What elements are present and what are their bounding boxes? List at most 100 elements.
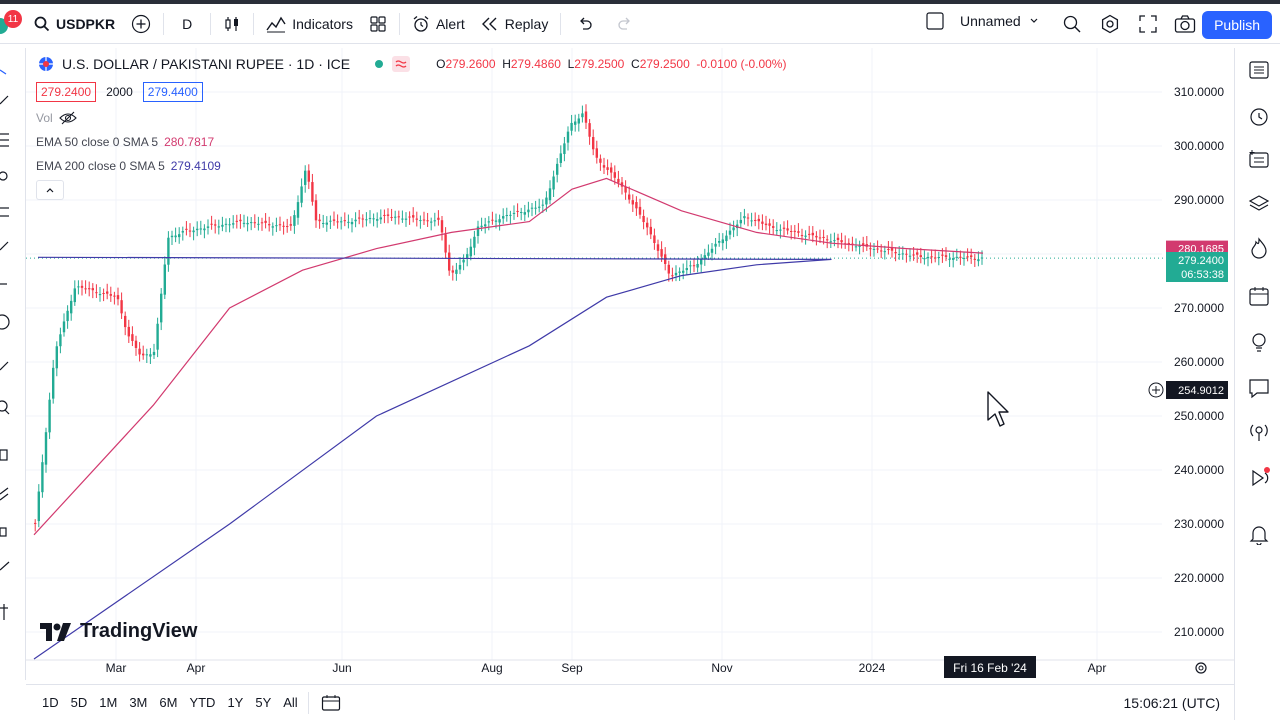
candle-body[interactable] bbox=[44, 432, 48, 465]
candle-body[interactable] bbox=[541, 204, 544, 206]
candle-body[interactable] bbox=[494, 220, 498, 222]
candle-body[interactable] bbox=[102, 292, 105, 294]
candle-body[interactable] bbox=[739, 219, 742, 224]
axis-settings-icon[interactable] bbox=[1195, 662, 1207, 674]
layout-selector[interactable]: Unnamed bbox=[926, 12, 1039, 30]
candle-body[interactable] bbox=[458, 264, 462, 270]
candle-body[interactable] bbox=[372, 218, 375, 220]
candle-body[interactable] bbox=[473, 236, 476, 248]
candle-body[interactable] bbox=[70, 300, 73, 314]
candle-body[interactable] bbox=[512, 212, 516, 214]
candle-body[interactable] bbox=[498, 219, 501, 223]
candle-body[interactable] bbox=[937, 257, 940, 259]
candle-body[interactable] bbox=[293, 215, 296, 226]
candle-body[interactable] bbox=[196, 228, 199, 231]
candle-body[interactable] bbox=[437, 217, 440, 220]
candle-body[interactable] bbox=[779, 229, 782, 231]
candle-body[interactable] bbox=[948, 258, 951, 260]
candle-body[interactable] bbox=[707, 252, 710, 256]
snapshot-button[interactable] bbox=[1174, 14, 1196, 37]
candle-body[interactable] bbox=[646, 222, 649, 228]
candle-body[interactable] bbox=[836, 237, 840, 241]
candle-body[interactable] bbox=[880, 250, 883, 252]
candle-body[interactable] bbox=[232, 223, 235, 225]
candle-body[interactable] bbox=[725, 235, 728, 242]
candle-body[interactable] bbox=[692, 265, 696, 267]
candle-body[interactable] bbox=[638, 206, 642, 215]
candle-body[interactable] bbox=[448, 252, 451, 271]
candle-body[interactable] bbox=[268, 224, 271, 226]
candle-body[interactable] bbox=[480, 225, 483, 227]
candle-body[interactable] bbox=[296, 202, 300, 218]
candle-body[interactable] bbox=[246, 222, 249, 225]
candle-body[interactable] bbox=[77, 286, 80, 288]
candle-body[interactable] bbox=[833, 240, 836, 242]
candle-body[interactable] bbox=[775, 230, 778, 232]
candle-body[interactable] bbox=[804, 235, 807, 237]
candle-body[interactable] bbox=[404, 218, 408, 220]
utc-clock[interactable]: 15:06:21 (UTC) bbox=[1124, 695, 1220, 711]
ema50-label[interactable]: EMA 50 close 0 SMA 5 bbox=[36, 135, 158, 149]
undo-button[interactable] bbox=[565, 8, 605, 40]
candle-body[interactable] bbox=[250, 222, 253, 224]
candle-body[interactable] bbox=[163, 264, 166, 295]
candle-body[interactable] bbox=[790, 231, 793, 233]
candle-body[interactable] bbox=[505, 215, 508, 217]
candle-body[interactable] bbox=[221, 224, 224, 227]
candle-body[interactable] bbox=[37, 491, 40, 522]
candle-body[interactable] bbox=[253, 222, 256, 224]
bid-price-button[interactable]: 279.2400 bbox=[36, 82, 97, 102]
candle-body[interactable] bbox=[354, 219, 357, 222]
candle-body[interactable] bbox=[203, 228, 206, 231]
candle-body[interactable] bbox=[228, 224, 231, 226]
timeframe-button-3m[interactable]: 3M bbox=[123, 695, 153, 710]
candle-body[interactable] bbox=[912, 254, 915, 256]
candle-body[interactable] bbox=[973, 258, 976, 260]
candle-body[interactable] bbox=[786, 228, 789, 231]
candle-body[interactable] bbox=[206, 226, 210, 228]
candle-body[interactable] bbox=[491, 219, 494, 221]
candle-body[interactable] bbox=[854, 246, 858, 248]
candle-body[interactable] bbox=[530, 207, 534, 209]
collapse-legend-button[interactable] bbox=[36, 180, 64, 200]
candle-body[interactable] bbox=[689, 265, 692, 267]
candle-body[interactable] bbox=[433, 220, 436, 222]
candle-body[interactable] bbox=[138, 348, 141, 355]
candle-body[interactable] bbox=[415, 218, 418, 220]
candle-body[interactable] bbox=[772, 226, 775, 228]
replay-button[interactable]: Replay bbox=[473, 8, 557, 40]
candle-body[interactable] bbox=[124, 315, 127, 328]
timeframe-button-1d[interactable]: 1D bbox=[36, 695, 65, 710]
candle-body[interactable] bbox=[174, 235, 177, 238]
candle-body[interactable] bbox=[980, 257, 984, 259]
candle-body[interactable] bbox=[754, 219, 757, 221]
quick-search-button[interactable] bbox=[1062, 14, 1082, 37]
candle-body[interactable] bbox=[890, 248, 894, 251]
candle-body[interactable] bbox=[62, 321, 66, 333]
candle-body[interactable] bbox=[260, 222, 264, 224]
notifications-button[interactable] bbox=[1247, 522, 1271, 546]
candle-body[interactable] bbox=[368, 217, 372, 219]
candle-body[interactable] bbox=[91, 288, 94, 291]
calendar-button[interactable] bbox=[1247, 284, 1271, 308]
candle-body[interactable] bbox=[73, 288, 76, 303]
candle-body[interactable] bbox=[732, 227, 735, 231]
candle-body[interactable] bbox=[894, 251, 897, 254]
candle-body[interactable] bbox=[656, 244, 660, 251]
candle-body[interactable] bbox=[379, 217, 382, 220]
candle-body[interactable] bbox=[52, 367, 55, 399]
candle-body[interactable] bbox=[516, 210, 519, 212]
goto-date-button[interactable] bbox=[313, 687, 349, 719]
symbol-title[interactable]: U.S. DOLLAR / PAKISTANI RUPEE · 1D · ICE bbox=[62, 56, 350, 72]
candle-body[interactable] bbox=[970, 255, 973, 257]
alert-button[interactable]: Alert bbox=[404, 8, 473, 40]
candle-body[interactable] bbox=[667, 264, 670, 274]
candle-body[interactable] bbox=[88, 288, 91, 290]
candle-body[interactable] bbox=[322, 222, 325, 224]
candle-body[interactable] bbox=[811, 232, 814, 236]
candle-body[interactable] bbox=[487, 221, 490, 223]
timeframe-button-5d[interactable]: 5D bbox=[65, 695, 94, 710]
candle-body[interactable] bbox=[876, 248, 879, 250]
candle-body[interactable] bbox=[527, 209, 530, 213]
candle-body[interactable] bbox=[941, 254, 944, 256]
